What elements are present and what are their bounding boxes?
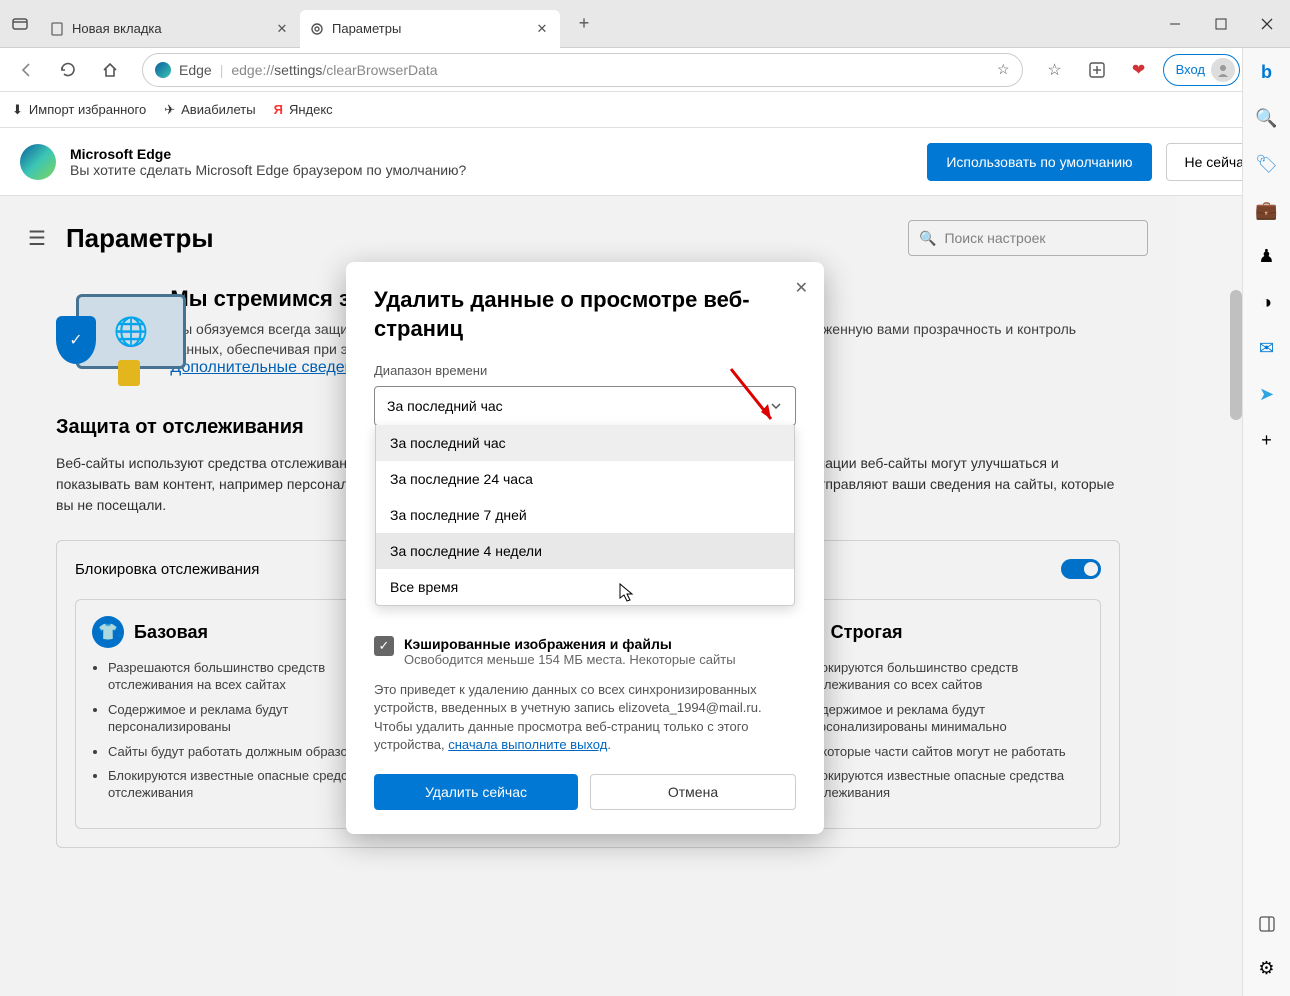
- banner-subtitle: Вы хотите сделать Microsoft Edge браузер…: [70, 162, 913, 178]
- favorites-button[interactable]: ☆: [1037, 52, 1073, 88]
- clear-data-modal: ✕ Удалить данные о просмотре веб-страниц…: [346, 262, 824, 834]
- modal-title: Удалить данные о просмотре веб-страниц: [374, 286, 796, 343]
- bing-icon[interactable]: b: [1251, 56, 1283, 88]
- avatar-icon: [1211, 58, 1235, 82]
- modal-close-button[interactable]: ✕: [795, 278, 808, 298]
- tab-new[interactable]: Новая вкладка ✕: [40, 10, 300, 48]
- addr-brand: Edge: [179, 62, 212, 78]
- set-default-button[interactable]: Использовать по умолчанию: [927, 143, 1151, 181]
- dropdown-option-all[interactable]: Все время: [376, 569, 794, 605]
- window-controls: [1152, 0, 1290, 48]
- edge-brand-icon: [155, 62, 171, 78]
- tab-settings[interactable]: Параметры ✕: [300, 10, 560, 48]
- maximize-button[interactable]: [1198, 0, 1244, 48]
- tab-close-button[interactable]: ✕: [274, 21, 290, 37]
- address-bar[interactable]: Edge | edge://settings/clearBrowserData …: [142, 53, 1023, 87]
- star-icon[interactable]: ☆: [997, 61, 1010, 78]
- tab-label: Новая вкладка: [72, 21, 162, 36]
- collections-button[interactable]: [1079, 52, 1115, 88]
- dropdown-option-7d[interactable]: За последние 7 дней: [376, 497, 794, 533]
- outlook-icon[interactable]: ✉: [1251, 332, 1283, 364]
- dropdown-option-4w[interactable]: За последние 4 недели: [376, 533, 794, 569]
- modal-note: Это приведет к удалению данных со всех с…: [374, 681, 796, 754]
- plane-icon: ✈: [164, 102, 175, 118]
- tab-label: Параметры: [332, 21, 401, 36]
- banner-title: Microsoft Edge: [70, 146, 913, 162]
- titlebar: Новая вкладка ✕ Параметры ✕ +: [0, 0, 1290, 48]
- tab-overview-icon: [12, 16, 28, 32]
- home-button[interactable]: [92, 52, 128, 88]
- sidebar: b 🔍 🏷 💼 ♟ ◑ ✉ ➤ + ⚙: [1242, 48, 1290, 996]
- import-favorites-button[interactable]: ⬇Импорт избранного: [12, 102, 146, 118]
- cache-checkbox[interactable]: ✓: [374, 636, 394, 656]
- back-button[interactable]: [8, 52, 44, 88]
- default-browser-banner: Microsoft Edge Вы хотите сделать Microso…: [0, 128, 1290, 196]
- sign-out-link[interactable]: сначала выполните выход: [448, 737, 607, 752]
- edge-logo-icon: [20, 144, 56, 180]
- performance-button[interactable]: ❤: [1121, 52, 1157, 88]
- minimize-button[interactable]: [1152, 0, 1198, 48]
- cache-title: Кэшированные изображения и файлы: [404, 636, 736, 652]
- new-tab-button[interactable]: +: [564, 4, 604, 44]
- telegram-icon[interactable]: ➤: [1251, 378, 1283, 410]
- profile-label: Вход: [1176, 62, 1205, 77]
- games-icon[interactable]: ♟: [1251, 240, 1283, 272]
- page-icon: [50, 22, 64, 36]
- tab-close-button[interactable]: ✕: [534, 21, 550, 37]
- sidebar-toggle-icon[interactable]: [1251, 908, 1283, 940]
- settings-sidebar-icon[interactable]: ⚙: [1251, 952, 1283, 984]
- shopping-icon[interactable]: 🏷: [1251, 148, 1283, 180]
- yandex-icon: Я: [274, 102, 283, 117]
- addr-url: edge://settings/clearBrowserData: [231, 62, 989, 78]
- fav-yandex[interactable]: ЯЯндекс: [274, 102, 333, 117]
- annotation-arrow: [726, 364, 786, 434]
- tab-overview-button[interactable]: [0, 0, 40, 47]
- dropdown-option-24h[interactable]: За последние 24 часа: [376, 461, 794, 497]
- tools-icon[interactable]: 💼: [1251, 194, 1283, 226]
- scrollbar[interactable]: [1230, 290, 1242, 420]
- refresh-button[interactable]: [50, 52, 86, 88]
- cursor-icon: [617, 582, 635, 604]
- clear-now-button[interactable]: Удалить сейчас: [374, 774, 578, 810]
- search-sidebar-icon[interactable]: 🔍: [1251, 102, 1283, 134]
- fav-aviasales[interactable]: ✈Авиабилеты: [164, 102, 255, 118]
- gear-icon: [310, 22, 324, 36]
- dropdown-selected: За последний час: [387, 398, 503, 414]
- add-sidebar-button[interactable]: +: [1251, 424, 1283, 456]
- addr-separator: |: [220, 62, 224, 78]
- dropdown-list: За последний час За последние 24 часа За…: [375, 425, 795, 606]
- close-button[interactable]: [1244, 0, 1290, 48]
- office-icon[interactable]: ◑: [1251, 286, 1283, 318]
- favorites-bar: ⬇Импорт избранного ✈Авиабилеты ЯЯндекс: [0, 92, 1290, 128]
- cache-subtitle: Освободится меньше 154 МБ места. Некотор…: [404, 652, 736, 667]
- profile-button[interactable]: Вход: [1163, 54, 1240, 86]
- toolbar: Edge | edge://settings/clearBrowserData …: [0, 48, 1290, 92]
- import-icon: ⬇: [12, 102, 23, 118]
- cancel-button[interactable]: Отмена: [590, 774, 796, 810]
